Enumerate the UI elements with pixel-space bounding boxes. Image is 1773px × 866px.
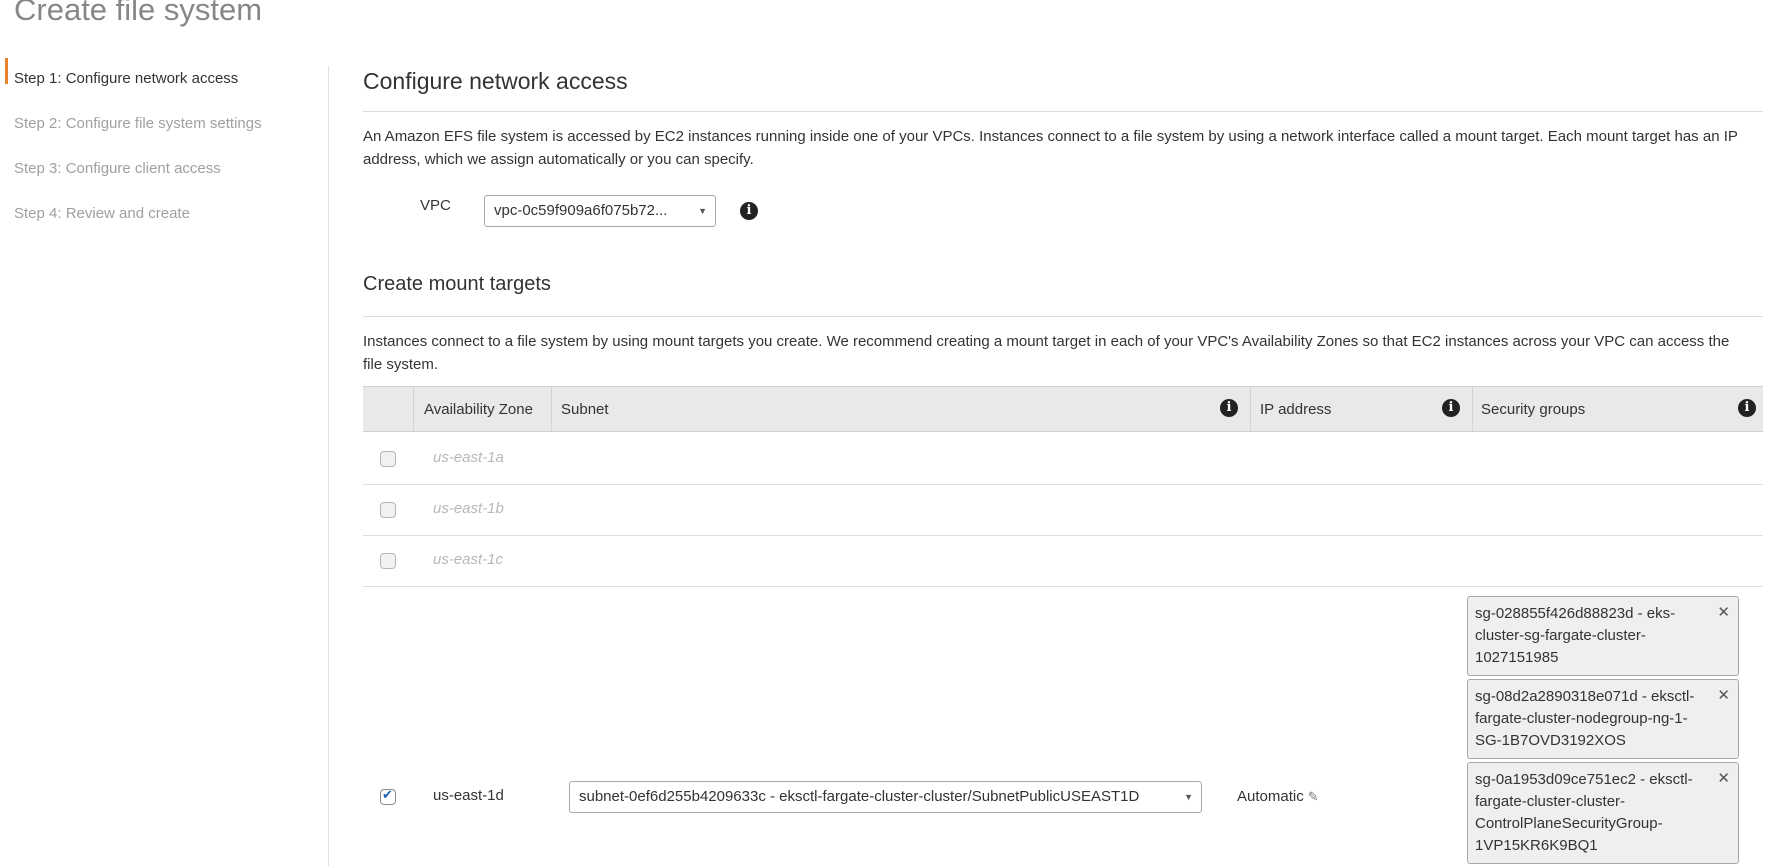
section-heading-mount-targets: Create mount targets: [363, 273, 551, 295]
column-separator: [1250, 387, 1251, 431]
row-divider: [363, 586, 1763, 587]
caret-down-icon: ▼: [698, 206, 707, 216]
security-group-tag: sg-08d2a2890318e071d - eksctl-fargate-cl…: [1467, 679, 1739, 759]
heading-rule: [363, 316, 1763, 317]
pencil-icon[interactable]: ✎: [1308, 790, 1319, 805]
security-group-text: sg-0a1953d09ce751ec2 - eksctl-fargate-cl…: [1475, 771, 1693, 854]
vpc-select-value: vpc-0c59f909a6f075b72...: [494, 202, 668, 219]
subnet-select[interactable]: subnet-0ef6d255b4209633c - eksctl-fargat…: [569, 781, 1202, 813]
step-client-access[interactable]: Step 3: Configure client access: [14, 160, 221, 177]
close-icon[interactable]: ✕: [1717, 601, 1730, 623]
row-divider: [363, 484, 1763, 485]
step-review-create[interactable]: Step 4: Review and create: [14, 205, 190, 222]
row-checkbox-us-east-1c[interactable]: [380, 553, 396, 569]
info-icon[interactable]: i: [740, 202, 758, 220]
column-header-ip: IP address: [1260, 401, 1332, 418]
step-file-system-settings[interactable]: Step 2: Configure file system settings: [14, 115, 262, 132]
active-step-indicator: [5, 58, 8, 84]
column-header-subnet: Subnet: [561, 401, 609, 418]
az-label-us-east-1a: us-east-1a: [433, 449, 504, 466]
step-configure-network[interactable]: Step 1: Configure network access: [14, 70, 238, 87]
az-label-us-east-1d: us-east-1d: [433, 787, 504, 804]
row-checkbox-us-east-1d[interactable]: [380, 788, 396, 805]
sidebar-divider: [328, 66, 329, 866]
column-header-az: Availability Zone: [424, 401, 533, 418]
az-label-us-east-1c: us-east-1c: [433, 551, 504, 568]
vpc-select[interactable]: vpc-0c59f909a6f075b72... ▼: [484, 195, 716, 227]
row-checkbox-us-east-1b[interactable]: [380, 502, 396, 518]
close-icon[interactable]: ✕: [1717, 684, 1730, 706]
row-checkbox-us-east-1a[interactable]: [380, 451, 396, 467]
security-group-text: sg-028855f426d88823d - eks-cluster-sg-fa…: [1475, 605, 1676, 666]
security-group-tag: sg-0a1953d09ce751ec2 - eksctl-fargate-cl…: [1467, 762, 1739, 864]
network-description: An Amazon EFS file system is accessed by…: [363, 128, 1738, 168]
az-label-us-east-1b: us-east-1b: [433, 500, 504, 517]
section-heading-network: Configure network access: [363, 68, 628, 94]
info-icon[interactable]: i: [1442, 399, 1460, 417]
row-divider: [363, 535, 1763, 536]
page-title: Create file system: [14, 0, 263, 27]
table-header: Availability Zone Subnet i IP address i …: [363, 386, 1763, 432]
column-separator: [1472, 387, 1473, 431]
ip-address-automatic[interactable]: Automatic ✎: [1237, 788, 1319, 805]
caret-down-icon: ▼: [1184, 792, 1193, 802]
column-header-security-groups: Security groups: [1481, 401, 1586, 418]
security-group-text: sg-08d2a2890318e071d - eksctl-fargate-cl…: [1475, 688, 1695, 749]
heading-rule: [363, 111, 1763, 112]
security-group-tag: sg-028855f426d88823d - eks-cluster-sg-fa…: [1467, 596, 1739, 676]
ip-address-value: Automatic: [1237, 788, 1304, 805]
close-icon[interactable]: ✕: [1717, 767, 1730, 789]
subnet-select-value: subnet-0ef6d255b4209633c - eksctl-fargat…: [579, 788, 1140, 805]
info-icon[interactable]: i: [1738, 399, 1756, 417]
vpc-label: VPC: [420, 197, 451, 214]
column-separator: [551, 387, 552, 431]
column-separator: [413, 387, 414, 431]
mount-targets-description: Instances connect to a file system by us…: [363, 333, 1730, 373]
info-icon[interactable]: i: [1220, 399, 1238, 417]
